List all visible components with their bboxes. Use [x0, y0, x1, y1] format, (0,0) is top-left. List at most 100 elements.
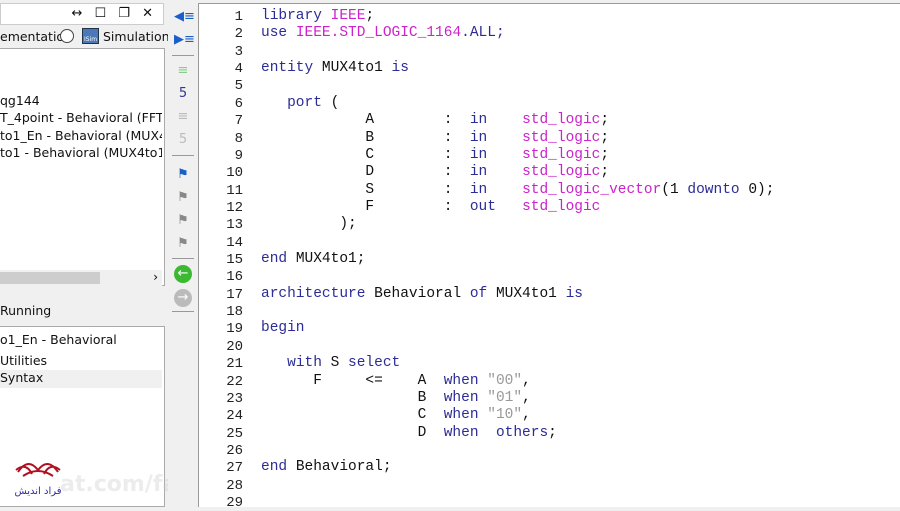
line-number: 21 [226, 356, 243, 373]
code-token: std_logic [522, 164, 601, 181]
code-token: when others [443, 424, 549, 441]
code-token: std_logic [522, 146, 601, 163]
line-number: 12 [226, 199, 243, 216]
isim-icon: ISim [82, 28, 99, 44]
line-number: 3 [234, 43, 243, 60]
find-clear-icon[interactable]: ⚑ [174, 235, 192, 253]
code-line[interactable]: F <= A when "00", [261, 373, 531, 389]
find-prev-icon[interactable]: ⚑ [174, 212, 192, 230]
code-line[interactable]: ); [261, 216, 356, 232]
line-number: 29 [226, 495, 243, 511]
code-token: use [261, 25, 296, 42]
go-back-icon[interactable]: ← [174, 265, 192, 283]
code-line[interactable]: begin [261, 320, 305, 336]
panel-window-buttons[interactable]: ↔ ☐ ❐ ✕ [72, 6, 158, 21]
view-selector: ementation ISim Simulation [0, 27, 170, 47]
find-next-icon[interactable]: ⚑ [174, 189, 192, 207]
code-token: begin [261, 320, 305, 337]
code-line[interactable]: D when others; [261, 425, 557, 441]
code-token: in [469, 112, 488, 129]
code-token: MUX4to1 [495, 285, 566, 302]
process-item[interactable]: o1_En - Behavioral [0, 332, 162, 347]
code-token: F : [261, 198, 470, 215]
code-line[interactable]: port ( [261, 95, 339, 111]
code-line[interactable]: D : in std_logic; [261, 164, 609, 180]
code-token: std_logic_vector [522, 181, 662, 198]
code-token: S [330, 355, 349, 372]
line-number: 26 [226, 443, 243, 459]
code-line[interactable]: A : in std_logic; [261, 112, 609, 128]
tree-item[interactable]: to1 - Behavioral (MUX4to1.vh [0, 145, 162, 160]
code-token: ; [548, 424, 557, 441]
code-token: when [443, 389, 488, 406]
code-token: 0); [739, 181, 775, 198]
line-number: 9 [234, 147, 243, 164]
scrollbar-thumb[interactable] [0, 272, 100, 284]
code-token: MUX4to1; [295, 251, 366, 268]
code-line[interactable]: C : in std_logic; [261, 147, 609, 163]
code-token: in [469, 164, 488, 181]
code-token: IEEE.STD_LOGIC_1164 [295, 25, 462, 42]
process-item[interactable]: Syntax [0, 370, 162, 388]
code-token: C [261, 407, 444, 424]
code-token: D [261, 424, 444, 441]
line-number: 17 [226, 286, 243, 303]
code-line[interactable]: library IEEE; [261, 8, 374, 24]
scroll-right-arrow[interactable]: › [153, 270, 158, 284]
line-number: 11 [226, 182, 243, 199]
tree-item[interactable]: to1_En - Behavioral (MUX4to [0, 128, 162, 143]
code-line[interactable]: end MUX4to1; [261, 251, 365, 267]
code-line[interactable]: B : in std_logic; [261, 130, 609, 146]
bookmark-toggle-icon[interactable]: ≡ [174, 62, 192, 80]
bookmark-next-icon[interactable]: 5 [174, 85, 192, 103]
code-token: architecture [261, 285, 375, 302]
code-line[interactable]: B when "01", [261, 390, 531, 406]
tree-item[interactable]: qg144 [0, 93, 162, 108]
code-line[interactable]: architecture Behavioral of MUX4to1 is [261, 286, 583, 302]
code-token: Behavioral [374, 285, 470, 302]
code-line[interactable]: F : out std_logic [261, 199, 600, 215]
find-flag-icon[interactable]: ⚑ [174, 166, 192, 184]
line-number: 7 [234, 113, 243, 130]
code-editor[interactable]: 1 library IEEE; 2 use IEEE.STD_LOGIC_1164.A… [198, 3, 900, 511]
code-line[interactable]: end Behavioral; [261, 459, 392, 475]
code-token: in [469, 181, 488, 198]
code-token: D : [261, 164, 470, 181]
toolbar-separator [172, 258, 194, 259]
code-line[interactable]: entity MUX4to1 is [261, 60, 409, 76]
line-number: 10 [226, 165, 243, 182]
code-token: ; [600, 146, 610, 163]
code-line[interactable]: C when "10", [261, 407, 531, 423]
code-token: in [469, 146, 488, 163]
indent-right-icon[interactable]: ▶≡ [174, 31, 195, 49]
bookmark-prev-icon[interactable]: ≡ [174, 108, 192, 126]
code-token: MUX4to1 [321, 60, 392, 77]
process-item[interactable]: Utilities [0, 353, 162, 368]
code-token: ; [600, 112, 610, 129]
bookmark-clear-icon[interactable]: 5 [174, 131, 192, 149]
code-token: ; [600, 164, 610, 181]
code-token: downto [687, 181, 740, 198]
line-number: 14 [226, 234, 243, 251]
code-token: , [522, 389, 531, 406]
code-line[interactable]: S : in std_logic_vector(1 downto 0); [261, 182, 774, 198]
indent-left-icon[interactable]: ◀≡ [174, 8, 195, 26]
code-line[interactable]: with S select [261, 355, 400, 371]
code-token: B : [261, 129, 470, 146]
go-forward-icon[interactable]: → [174, 289, 192, 307]
code-token: of [469, 285, 496, 302]
code-token: entity [261, 60, 322, 77]
svg-text:فراد انديش: فراد انديش [14, 486, 61, 497]
code-token: IEEE [330, 8, 366, 24]
code-line[interactable]: use IEEE.STD_LOGIC_1164.ALL; [261, 25, 505, 41]
simulation-radio[interactable] [60, 29, 74, 43]
view-simulation-label[interactable]: Simulation [103, 29, 170, 44]
tree-item[interactable]: T_4point - Behavioral (FFT_4p [0, 110, 162, 125]
code-token: end [261, 251, 296, 268]
code-token: std_logic [522, 198, 601, 215]
line-number: 22 [226, 373, 243, 390]
tree-horizontal-scrollbar[interactable]: › [0, 270, 162, 286]
